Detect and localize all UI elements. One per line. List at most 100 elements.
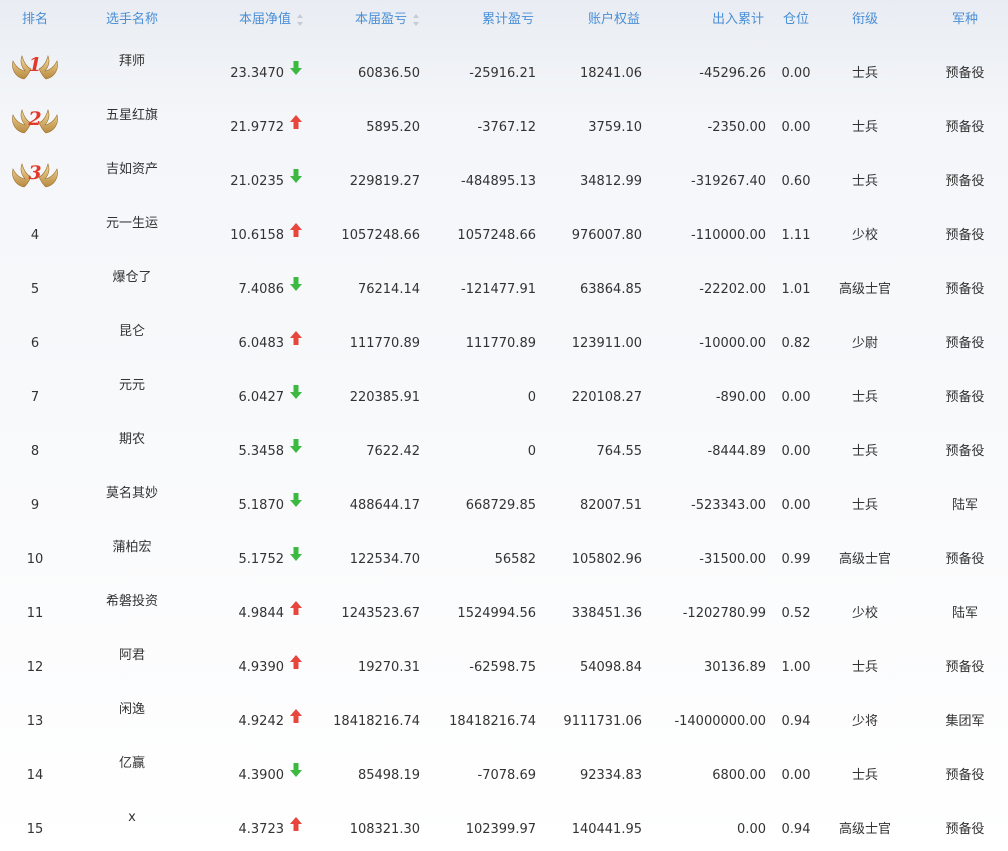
player-name[interactable]: 吉如资产 (70, 148, 194, 202)
table-row[interactable]: 1 拜师 23.3470 60836.50 -25916.21 18241.06… (0, 40, 1008, 94)
header-nav[interactable]: 本届净值 (200, 0, 304, 40)
arm-value: 预备役 (945, 228, 985, 243)
table-row[interactable]: 8 期农 5.3458 7622.42 0 764.55 -8444.89 0.… (0, 418, 1008, 472)
player-name[interactable]: 元一生运 (70, 202, 194, 256)
header-equity-label: 账户权益 (587, 12, 640, 27)
header-name[interactable]: 选手名称 (70, 0, 194, 40)
cum-pnl-value: 1524994.56 (457, 606, 536, 621)
header-rank[interactable]: 排名 (0, 0, 70, 40)
player-name[interactable]: 亿赢 (70, 742, 194, 796)
equity-value: 18241.06 (579, 66, 642, 81)
nav-value: 6.0427 (238, 390, 285, 405)
cum-pnl-value: -7078.69 (477, 768, 536, 783)
inout-value: -22202.00 (699, 282, 766, 297)
cum-pnl-value: 102399.97 (465, 822, 536, 837)
table-row[interactable]: 10 蒲柏宏 5.1752 122534.70 56582 105802.96 … (0, 526, 1008, 580)
pnl-value: 1243523.67 (341, 606, 420, 621)
table-row[interactable]: 2 五星红旗 21.9772 5895.20 -3767.12 3759.10 … (0, 94, 1008, 148)
arm-value: 预备役 (945, 822, 985, 837)
cum-pnl-value: 111770.89 (465, 336, 536, 351)
header-inout-label: 出入累计 (711, 12, 764, 27)
arm-value: 预备役 (945, 660, 985, 675)
table-body: 1 拜师 23.3470 60836.50 -25916.21 18241.06… (0, 40, 1008, 850)
table-row[interactable]: 13 闲逸 4.9242 18418216.74 18418216.74 911… (0, 688, 1008, 742)
table-row[interactable]: 12 阿君 4.9390 19270.31 -62598.75 54098.84… (0, 634, 1008, 688)
equity-value: 338451.36 (571, 606, 642, 621)
arm-value: 预备役 (945, 174, 985, 189)
header-title[interactable]: 衔级 (830, 0, 900, 40)
arm-value: 预备役 (945, 768, 985, 783)
position-value: 0.99 (781, 552, 811, 567)
medal-rank-number: 2 (28, 108, 42, 130)
player-name[interactable]: 闲逸 (70, 688, 194, 742)
sort-icon[interactable] (413, 13, 420, 26)
nav-value: 4.3723 (238, 822, 285, 837)
table-row[interactable]: 5 爆仓了 7.4086 76214.14 -121477.91 63864.8… (0, 256, 1008, 310)
inout-value: -523343.00 (691, 498, 766, 513)
position-value: 1.01 (781, 282, 811, 297)
pnl-value: 220385.91 (349, 390, 420, 405)
table-row[interactable]: 14 亿赢 4.3900 85498.19 -7078.69 92334.83 … (0, 742, 1008, 796)
inout-value: -1202780.99 (682, 606, 766, 621)
player-name[interactable]: 爆仓了 (70, 256, 194, 310)
arm-value: 陆军 (951, 498, 978, 513)
nav-value: 4.3900 (238, 768, 285, 783)
position-value: 0.00 (781, 768, 811, 783)
player-name[interactable]: 莫名其妙 (70, 472, 194, 526)
arm-value: 预备役 (945, 390, 985, 405)
table-row[interactable]: 7 元元 6.0427 220385.91 0 220108.27 -890.0… (0, 364, 1008, 418)
table-row[interactable]: 15 x 4.3723 108321.30 102399.97 140441.9… (0, 796, 1008, 850)
table-row[interactable]: 11 希磐投资 4.9844 1243523.67 1524994.56 338… (0, 580, 1008, 634)
player-name[interactable]: 元元 (70, 364, 194, 418)
title-value: 士兵 (851, 660, 878, 675)
table-row[interactable]: 4 元一生运 10.6158 1057248.66 1057248.66 976… (0, 202, 1008, 256)
arm-value: 预备役 (945, 336, 985, 351)
arm-value: 预备役 (945, 120, 985, 135)
player-name[interactable]: 拜师 (70, 40, 194, 94)
equity-value: 764.55 (596, 444, 643, 459)
arm-value: 集团军 (945, 714, 985, 729)
leaderboard-page: 排名 选手名称 本届净值 本届盈亏 累计盈亏 账户权益 出入累计 仓位 衔级 军… (0, 0, 1008, 851)
header-position[interactable]: 仓位 (770, 0, 822, 40)
header-pnl[interactable]: 本届盈亏 (320, 0, 420, 40)
nav-value: 4.9390 (238, 660, 285, 675)
player-name[interactable]: 期农 (70, 418, 194, 472)
equity-value: 92334.83 (579, 768, 642, 783)
title-value: 少校 (851, 228, 878, 243)
title-value: 高级士官 (838, 552, 891, 567)
position-value: 0.52 (781, 606, 811, 621)
nav-value: 4.9242 (238, 714, 285, 729)
arrow-up-icon (290, 115, 302, 129)
arrow-down-icon (290, 277, 302, 291)
table-row[interactable]: 9 莫名其妙 5.1870 488644.17 668729.85 82007.… (0, 472, 1008, 526)
header-equity[interactable]: 账户权益 (540, 0, 640, 40)
pnl-value: 19270.31 (357, 660, 420, 675)
inout-value: -45296.26 (699, 66, 766, 81)
inout-value: 0.00 (737, 822, 766, 837)
title-value: 士兵 (851, 66, 878, 81)
equity-value: 105802.96 (571, 552, 642, 567)
inout-value: -14000000.00 (674, 714, 766, 729)
cum-pnl-value: -3767.12 (477, 120, 536, 135)
rank-number: 8 (30, 444, 40, 459)
table-header: 排名 选手名称 本届净值 本届盈亏 累计盈亏 账户权益 出入累计 仓位 衔级 军… (0, 0, 1008, 40)
player-name[interactable]: x (70, 796, 194, 850)
player-name[interactable]: 阿君 (70, 634, 194, 688)
player-name[interactable]: 五星红旗 (70, 94, 194, 148)
header-inout[interactable]: 出入累计 (660, 0, 764, 40)
position-value: 0.00 (781, 390, 811, 405)
table-row[interactable]: 6 昆仑 6.0483 111770.89 111770.89 123911.0… (0, 310, 1008, 364)
player-name[interactable]: 蒲柏宏 (70, 526, 194, 580)
header-cum-pnl[interactable]: 累计盈亏 (430, 0, 534, 40)
inout-value: -10000.00 (699, 336, 766, 351)
player-name[interactable]: 昆仑 (70, 310, 194, 364)
equity-value: 54098.84 (579, 660, 642, 675)
medal-rank-number: 1 (28, 54, 42, 76)
player-name[interactable]: 希磐投资 (70, 580, 194, 634)
table-row[interactable]: 3 吉如资产 21.0235 229819.27 -484895.13 3481… (0, 148, 1008, 202)
rank-number: 10 (26, 552, 44, 567)
header-pnl-label: 本届盈亏 (354, 12, 407, 27)
pnl-value: 1057248.66 (341, 228, 420, 243)
header-arm[interactable]: 军种 (928, 0, 1002, 40)
sort-icon[interactable] (297, 13, 304, 26)
